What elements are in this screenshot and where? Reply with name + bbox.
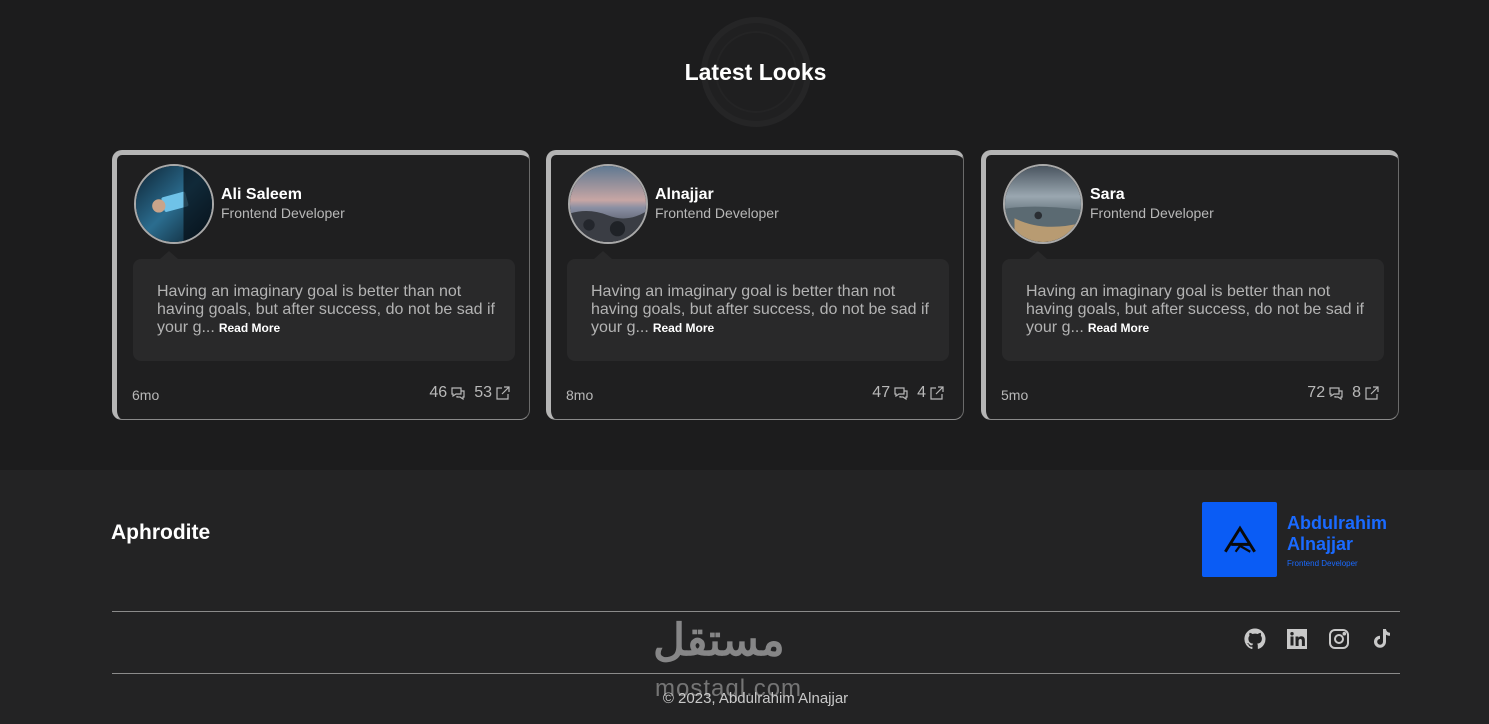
quote-text: Having an imaginary goal is better than … [157,283,497,337]
latest-looks-section: Latest Looks Ali Saleem Frontend Develop… [0,0,1489,470]
post-age: 8mo [566,387,594,403]
author-role: Frontend Developer [655,205,779,221]
read-more-link[interactable]: Read More [653,321,714,335]
avatar [1003,164,1083,244]
comment-count: 47 [872,384,891,401]
logo-text: Abdulrahim Alnajjar Frontend Developer [1287,513,1407,568]
quote-bubble: Having an imaginary goal is better than … [1002,251,1384,361]
section-title: Latest Looks [684,59,827,85]
card-stats: 72 8 [1299,384,1380,402]
author-name: Alnajjar [655,186,714,203]
read-more-link[interactable]: Read More [219,321,280,335]
quote-body: Having an imaginary goal is better than … [591,283,929,336]
author-logo[interactable]: Abdulrahim Alnajjar Frontend Developer [1202,502,1407,577]
social-links [1243,627,1393,651]
author-name: Ali Saleem [221,186,302,203]
card-stats: 46 53 [421,384,511,402]
logo-mark-icon [1202,502,1277,577]
testimonial-card: Ali Saleem Frontend Developer Having an … [112,150,530,420]
footer-divider [112,611,1400,612]
read-more-link[interactable]: Read More [1088,321,1149,335]
comments-icon[interactable] [1328,385,1344,401]
quote-bubble: Having an imaginary goal is better than … [567,251,949,361]
watermark: مستقل [653,616,785,665]
avatar [568,164,648,244]
quote-body: Having an imaginary goal is better than … [1026,283,1364,336]
quote-body: Having an imaginary goal is better than … [157,283,495,336]
testimonial-card: Sara Frontend Developer Having an imagin… [981,150,1399,420]
quote-text: Having an imaginary goal is better than … [1026,283,1366,337]
comments-icon[interactable] [893,385,909,401]
quote-bubble: Having an imaginary goal is better than … [133,251,515,361]
share-count: 4 [917,384,926,401]
card-stats: 47 4 [864,384,945,402]
testimonial-card: Alnajjar Frontend Developer Having an im… [546,150,964,420]
post-age: 5mo [1001,387,1029,403]
site-footer: Aphrodite Abdulrahim Alnajjar Frontend D… [0,470,1489,724]
share-icon[interactable] [929,385,945,401]
linkedin-icon[interactable] [1285,627,1309,651]
avatar [134,164,214,244]
quote-text: Having an imaginary goal is better than … [591,283,931,337]
author-role: Frontend Developer [1090,205,1214,221]
comment-count: 72 [1307,384,1326,401]
post-age: 6mo [132,387,160,403]
footer-brand[interactable]: Aphrodite [111,521,210,545]
share-count: 53 [474,384,492,401]
comment-count: 46 [429,384,448,401]
logo-name: Abdulrahim Alnajjar [1287,513,1388,554]
author-name: Sara [1090,186,1125,203]
instagram-icon[interactable] [1327,627,1351,651]
tiktok-icon[interactable] [1369,627,1393,651]
copyright-text: © 2023, Abdulrahim Alnajjar [662,690,849,707]
logo-subtitle: Frontend Developer [1287,559,1358,568]
author-role: Frontend Developer [221,205,345,221]
comments-icon[interactable] [450,385,466,401]
share-icon[interactable] [495,385,511,401]
share-count: 8 [1352,384,1361,401]
share-icon[interactable] [1364,385,1380,401]
footer-divider [112,673,1400,674]
github-icon[interactable] [1243,627,1267,651]
